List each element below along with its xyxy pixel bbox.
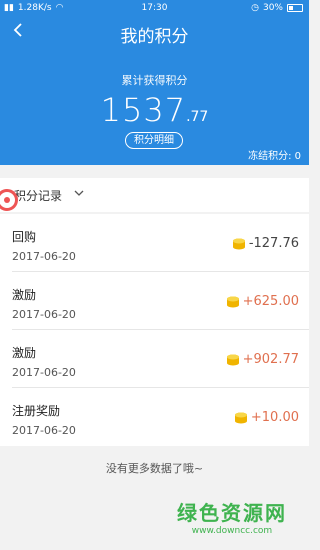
list-item[interactable]: 回购 2017-06-20 -127.76 [12,214,309,272]
page-title: 我的积分 [120,27,189,47]
watermark-url: www.downcc.com [191,526,273,536]
battery-icon [287,4,303,12]
record-amount: +625.00 [226,294,299,309]
frozen-points: 冻结积分: 0 [248,151,301,162]
record-date: 2017-06-20 [12,308,76,321]
record-amount-value: +10.00 [250,410,299,425]
coin-icon [226,296,239,307]
records-filter[interactable]: 积分记录 [0,178,309,212]
filter-label: 积分记录 [14,189,63,203]
battery-percent: 30% [262,3,283,13]
chevron-down-icon[interactable] [74,188,84,198]
record-date: 2017-06-20 [12,424,76,437]
record-title: 激励 [12,288,37,302]
record-amount: +10.00 [234,410,299,425]
list-item[interactable]: 激励 2017-06-20 +902.77 [12,330,309,388]
record-date: 2017-06-20 [12,250,76,263]
no-more-data-text: 没有更多数据了哦~ [105,462,204,475]
coin-icon [234,412,247,423]
record-amount-value: +902.77 [242,352,299,367]
status-right: ◷ 30% [251,3,303,13]
records-list: 回购 2017-06-20 -127.76 激励 2017-06-20 +625… [0,214,309,446]
list-item[interactable]: 注册奖励 2017-06-20 +10.00 [12,388,309,446]
total-points: 1537.77 [0,91,309,129]
watermark-logo: 绿色资源网 www.downcc.com [177,497,287,536]
status-bar: ▮▮ 1.28K/s ◠ 17:30 ◷ 30% [0,0,309,16]
record-amount-value: +625.00 [242,294,299,309]
record-amount: -127.76 [232,236,299,251]
total-points-label: 累计获得积分 [121,74,188,87]
record-date: 2017-06-20 [12,366,76,379]
record-title: 激励 [12,346,37,360]
record-title: 回购 [12,230,37,244]
coin-icon [226,354,239,365]
coin-icon [232,238,245,249]
total-points-decimal: .77 [186,109,209,125]
points-detail-button[interactable]: 积分明细 [125,132,183,149]
watermark-title: 绿色资源网 [177,501,287,525]
list-item[interactable]: 激励 2017-06-20 +625.00 [12,272,309,330]
alarm-icon: ◷ [251,3,259,13]
header-panel: ▮▮ 1.28K/s ◠ 17:30 ◷ 30% 我的积分 累计获得积分 153… [0,0,309,165]
record-amount: +902.77 [226,352,299,367]
total-points-integer: 1537 [100,91,187,129]
record-amount-value: -127.76 [248,236,299,251]
record-title: 注册奖励 [12,404,61,418]
